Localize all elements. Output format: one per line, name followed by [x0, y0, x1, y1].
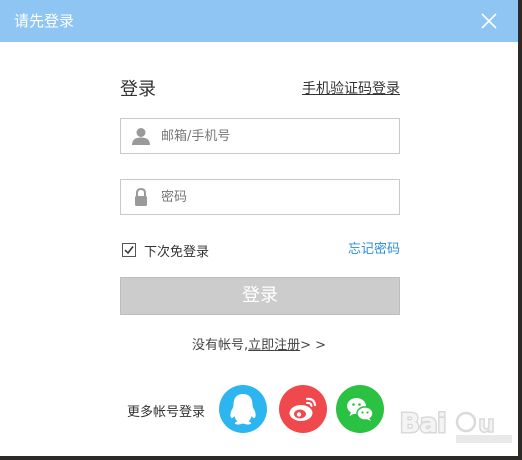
- wechat-icon: [347, 398, 374, 421]
- dialog-title: 请先登录: [14, 12, 75, 30]
- baidu-watermark-logo: Bai Bai u: [398, 402, 514, 446]
- password-input[interactable]: [161, 180, 391, 214]
- register-line: 没有帐号,立即注册> >: [0, 334, 518, 353]
- login-submit-button[interactable]: 登录: [120, 277, 400, 315]
- weibo-icon: [289, 397, 317, 421]
- user-icon: [131, 126, 151, 146]
- password-field[interactable]: [120, 179, 400, 215]
- check-icon: [124, 246, 134, 255]
- sms-login-link[interactable]: 手机验证码登录: [302, 79, 400, 99]
- login-dialog: 请先登录 登录 手机验证码登录 邮箱/手机号 下次免登录 忘记密码 登录 没有帐…: [0, 0, 518, 456]
- qq-icon: [230, 394, 256, 425]
- weibo-login-button[interactable]: [279, 385, 327, 433]
- register-link[interactable]: 立即注册: [248, 338, 300, 353]
- email-field[interactable]: [120, 118, 400, 154]
- register-prefix: 没有帐号,: [191, 338, 249, 353]
- register-suffix: > >: [300, 338, 327, 353]
- svg-text:Bai: Bai: [400, 409, 446, 439]
- dialog-titlebar: 请先登录: [0, 0, 518, 42]
- wechat-login-button[interactable]: [336, 385, 384, 433]
- qq-login-button[interactable]: [219, 385, 267, 433]
- remember-checkbox[interactable]: [122, 243, 136, 257]
- svg-text:u: u: [478, 410, 495, 438]
- close-icon[interactable]: [480, 12, 498, 30]
- more-accounts-label: 更多帐号登录: [127, 405, 206, 420]
- lock-icon: [131, 187, 151, 207]
- email-input[interactable]: [161, 119, 391, 153]
- login-heading: 登录: [120, 79, 156, 100]
- remember-label: 下次免登录: [144, 245, 210, 260]
- forgot-password-link[interactable]: 忘记密码: [348, 238, 400, 257]
